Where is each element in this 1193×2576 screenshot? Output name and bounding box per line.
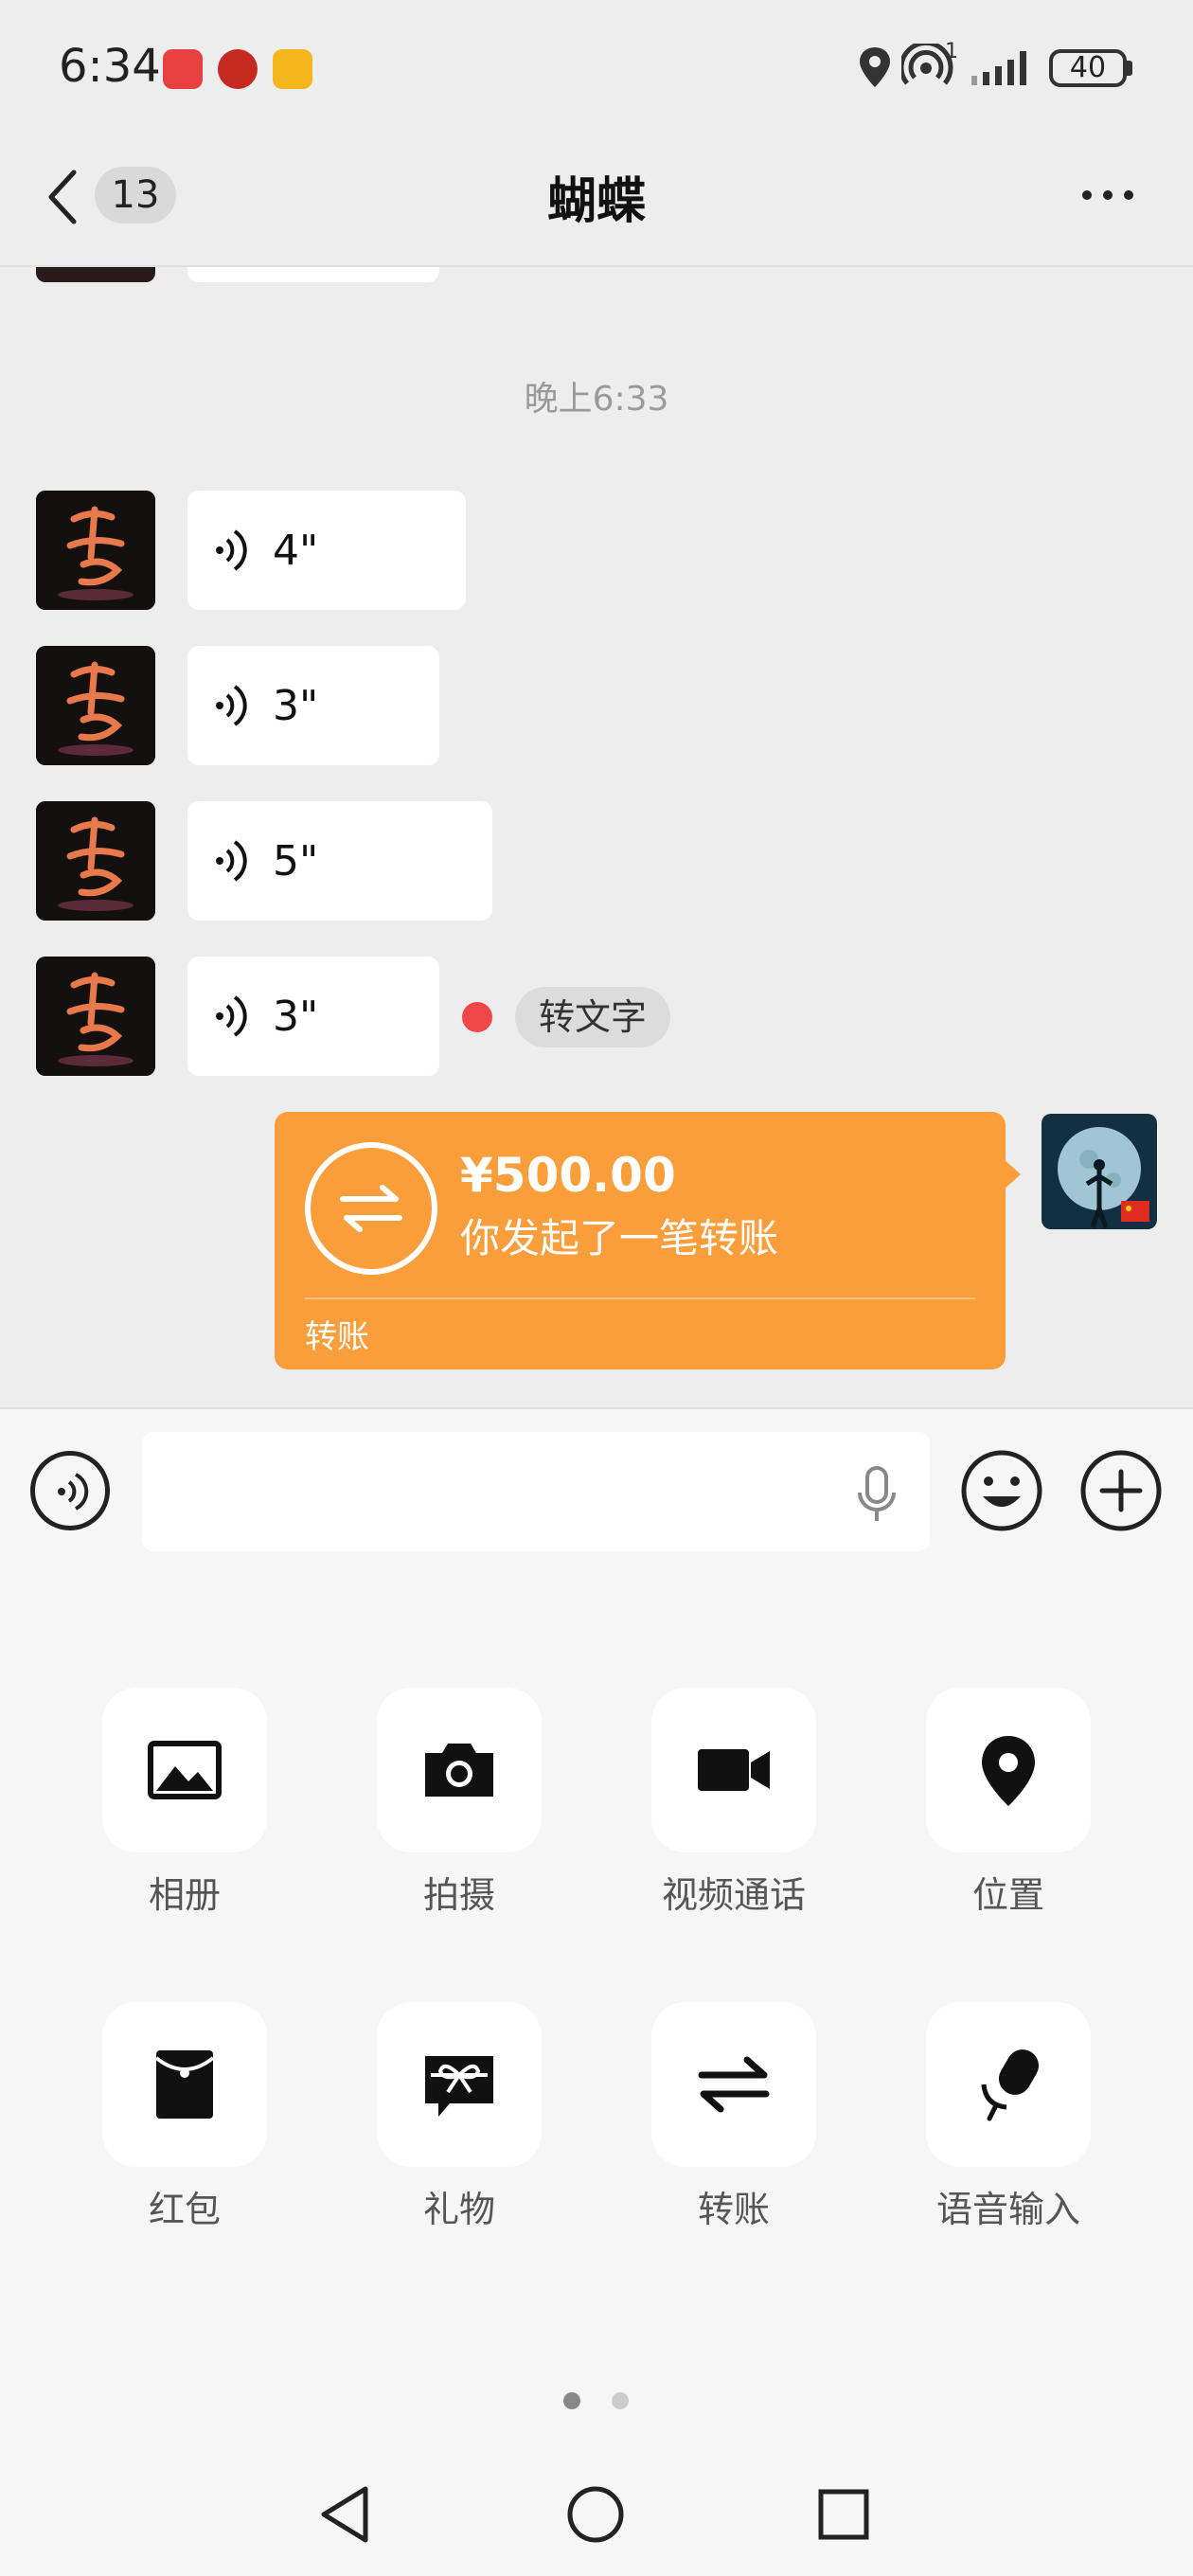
- chat-title: 蝴蝶: [546, 173, 646, 230]
- gift-icon: [425, 2056, 493, 2117]
- calligraphy-avatar-image: [36, 491, 155, 610]
- square-recents-icon: [818, 2489, 869, 2540]
- system-home-button[interactable]: [553, 2472, 638, 2557]
- voice-input-icon: [981, 2049, 1039, 2121]
- header-divider: [0, 265, 1193, 267]
- voice-duration: 4": [273, 527, 319, 575]
- location-icon: [982, 1736, 1035, 1806]
- photo-album-icon: [148, 1741, 222, 1799]
- panel-label: 位置: [971, 1874, 1044, 1916]
- emoji-button[interactable]: [958, 1447, 1045, 1534]
- gift-button[interactable]: [377, 2002, 542, 2167]
- cell-signal-icon: [971, 51, 1026, 85]
- panel-label: 相册: [148, 1874, 221, 1916]
- panel-label: 红包: [148, 2189, 221, 2230]
- voice-message-bubble[interactable]: 4": [187, 491, 466, 610]
- battery-level: 40: [1069, 51, 1107, 84]
- huawei-app-icon: [163, 49, 203, 89]
- extension-panel: 相册 拍摄 视频通话 位置 红包 礼物 转账 语音输入: [0, 1578, 1193, 2576]
- transfer-message-card[interactable]: ¥500.00 你发起了一笔转账 转账: [275, 1112, 1006, 1369]
- system-recents-button[interactable]: [801, 2472, 886, 2557]
- previous-avatar-fragment: [36, 267, 155, 282]
- voice-duration: 3": [273, 993, 319, 1041]
- calligraphy-avatar-image: [36, 646, 155, 765]
- voice-wave-icon: [58, 1473, 89, 1511]
- transfer-amount: ¥500.00: [460, 1148, 676, 1203]
- voice-input-button[interactable]: [926, 2002, 1091, 2167]
- triangle-back-icon: [321, 2486, 368, 2543]
- transfer-description: 你发起了一笔转账: [460, 1215, 779, 1261]
- red-packet-icon: [154, 2050, 215, 2119]
- microphone-icon[interactable]: [848, 1464, 905, 1525]
- panel-label: 语音输入: [935, 2189, 1080, 2230]
- battery-tip: [1127, 61, 1132, 76]
- system-back-button[interactable]: [305, 2472, 390, 2557]
- video-call-icon: [698, 1749, 770, 1791]
- voice-duration: 3": [273, 682, 319, 730]
- moon-avatar-image: [1042, 1114, 1157, 1229]
- voice-wave-icon: [216, 529, 247, 571]
- transfer-divider: [305, 1297, 975, 1299]
- panel-label: 转账: [697, 2189, 770, 2230]
- signal-sub-label: 1: [945, 40, 958, 63]
- more-options-button[interactable]: [1070, 167, 1146, 224]
- video-call-button[interactable]: [651, 1688, 816, 1852]
- voice-duration: 5": [273, 837, 319, 886]
- contact-avatar[interactable]: [36, 801, 155, 921]
- contact-avatar[interactable]: [36, 646, 155, 765]
- news-app-icon: [218, 49, 258, 89]
- panel-label: 视频通话: [661, 1874, 806, 1916]
- voice-wave-icon: [216, 995, 247, 1037]
- voice-message-bubble[interactable]: 5": [187, 801, 492, 921]
- red-packet-button[interactable]: [102, 2002, 267, 2167]
- contact-avatar[interactable]: [36, 957, 155, 1076]
- status-bar: 6:34 1 40: [0, 0, 1193, 142]
- plus-circle-icon: [1080, 1450, 1162, 1531]
- battery-indicator: 40: [1049, 49, 1127, 87]
- circle-home-icon: [567, 2486, 624, 2543]
- transfer-arrows-icon: [305, 1142, 437, 1275]
- smiley-icon: [961, 1450, 1042, 1531]
- convert-to-text-button[interactable]: 转文字: [515, 987, 670, 1047]
- message-input-bar: [0, 1407, 1193, 1580]
- location-status-icon: [860, 47, 890, 87]
- self-avatar[interactable]: [1042, 1114, 1157, 1229]
- calligraphy-avatar-image: [36, 801, 155, 921]
- message-text-input[interactable]: [142, 1432, 930, 1551]
- voice-wave-icon: [216, 840, 247, 882]
- calligraphy-avatar-image: [36, 957, 155, 1076]
- camera-button[interactable]: [377, 1688, 542, 1852]
- voice-wave-icon: [216, 685, 247, 726]
- status-time: 6:34: [59, 40, 161, 93]
- bubble-tail: [1004, 1159, 1021, 1190]
- transfer-button[interactable]: [651, 2002, 816, 2167]
- page-indicator-active: [563, 2392, 580, 2409]
- panel-label: 拍摄: [422, 1874, 495, 1916]
- photo-album-button[interactable]: [102, 1688, 267, 1852]
- voice-message-bubble[interactable]: 3": [187, 646, 439, 765]
- voice-mode-button[interactable]: [30, 1451, 110, 1530]
- camera-icon: [425, 1744, 493, 1797]
- unplayed-dot: [462, 1002, 492, 1032]
- location-button[interactable]: [926, 1688, 1091, 1852]
- chat-app-icon: [273, 49, 312, 89]
- contact-avatar[interactable]: [36, 491, 155, 610]
- message-timestamp: 晚上6:33: [524, 380, 669, 419]
- page-indicator[interactable]: [612, 2392, 629, 2409]
- transfer-label: 转账: [305, 1318, 369, 1356]
- more-actions-button[interactable]: [1077, 1447, 1165, 1534]
- more-dots-icon: [1082, 190, 1133, 200]
- transfer-icon: [698, 2056, 770, 2113]
- voice-message-bubble[interactable]: 3": [187, 957, 439, 1076]
- panel-label: 礼物: [422, 2189, 495, 2230]
- previous-bubble-fragment: [187, 267, 439, 282]
